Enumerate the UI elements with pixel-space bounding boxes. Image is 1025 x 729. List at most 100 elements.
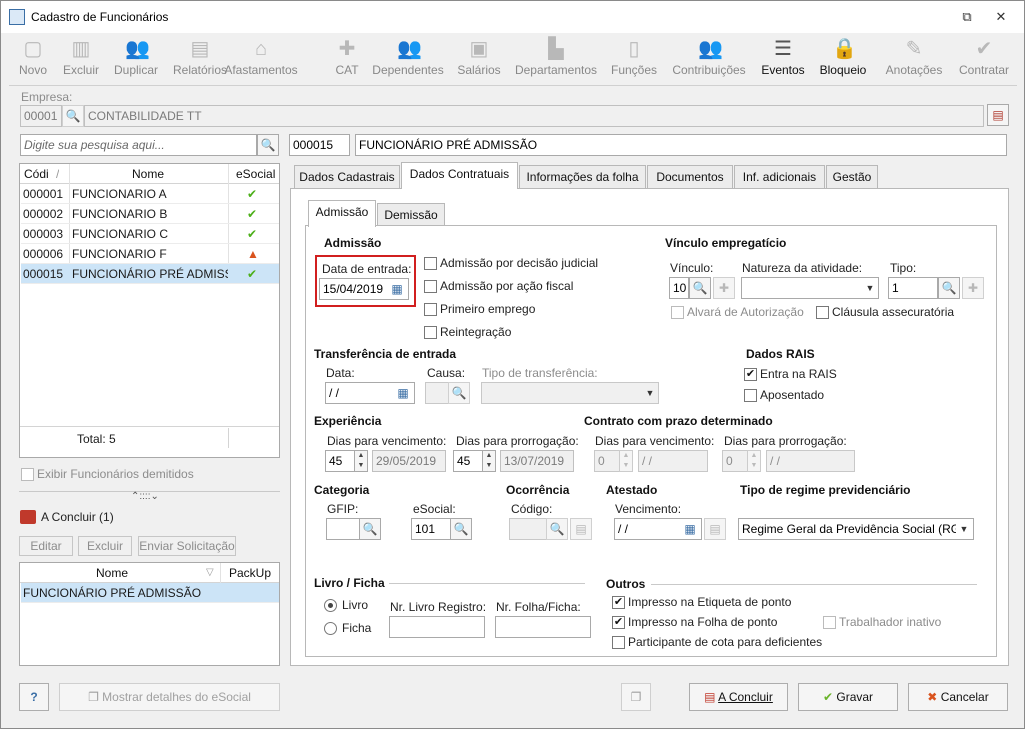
alvara-checkbox[interactable]: [671, 306, 684, 319]
help-button[interactable]: ?: [19, 683, 49, 711]
table-row-selected[interactable]: 000015 FUNCIONÁRIO PRÉ ADMISSÃ ✔: [21, 264, 279, 284]
copy-button[interactable]: ❐: [621, 683, 651, 711]
show-dismissed-checkbox[interactable]: [21, 468, 34, 481]
admissao-fiscal-checkbox[interactable]: [424, 280, 437, 293]
toolbar-funcoes-button[interactable]: ▯ Funções: [607, 35, 661, 81]
reintegracao-checkbox[interactable]: [424, 326, 437, 339]
primeiro-emprego-checkbox[interactable]: [424, 303, 437, 316]
ocorrencia-search-icon[interactable]: 🔍: [546, 518, 568, 540]
toolbar-anotacoes-button[interactable]: ✎ Anotações: [883, 35, 945, 81]
clausula-checkbox[interactable]: [816, 306, 829, 319]
calendar-icon[interactable]: ▦: [393, 384, 413, 402]
empresa-name-field[interactable]: CONTABILIDADE TT: [84, 105, 984, 127]
cancelar-button[interactable]: ✖ Cancelar: [908, 683, 1008, 711]
esocial-search-icon[interactable]: 🔍: [450, 518, 472, 540]
close-button[interactable]: ✕: [989, 7, 1013, 27]
subtab-admissao[interactable]: Admissão: [308, 200, 376, 227]
gfip-search-icon[interactable]: 🔍: [359, 518, 381, 540]
toolbar-novo-button[interactable]: ▢ Novo: [13, 35, 53, 81]
exp-prorr-days-field[interactable]: 45: [453, 450, 483, 472]
column-esocial[interactable]: eSocial: [236, 164, 280, 184]
causa-field[interactable]: [425, 382, 449, 404]
ctr-prorr-days-field[interactable]: 0: [722, 450, 748, 472]
toolbar-salarios-button[interactable]: ▣ Salários: [453, 35, 505, 81]
empresa-window-icon[interactable]: ▤: [987, 104, 1009, 126]
tipo-field[interactable]: 1: [888, 277, 938, 299]
empresa-code-field[interactable]: 00001: [20, 105, 62, 127]
aposentado-checkbox[interactable]: [744, 389, 757, 402]
table-row[interactable]: 000003 FUNCIONARIO C ✔: [21, 224, 279, 244]
ocorrencia-list-icon[interactable]: ▤: [570, 518, 592, 540]
column-packup[interactable]: PackUp: [229, 563, 271, 583]
toolbar-contratar-button[interactable]: ✔ Contratar: [955, 35, 1013, 81]
table-row-selected[interactable]: FUNCIONÁRIO PRÉ ADMISSÃO: [21, 583, 279, 603]
etiqueta-ponto-checkbox[interactable]: ✔: [612, 596, 625, 609]
table-row[interactable]: 000006 FUNCIONARIO F ▲: [21, 244, 279, 264]
vinculo-field[interactable]: 10: [669, 277, 689, 299]
tipo-search-icon[interactable]: 🔍: [938, 277, 960, 299]
vinculo-add-icon[interactable]: ✚: [713, 277, 735, 299]
column-nome[interactable]: Nome: [96, 563, 128, 583]
chevron-down-icon[interactable]: ▼: [642, 383, 658, 403]
cota-deficientes-checkbox[interactable]: [612, 636, 625, 649]
toolbar-afastamentos-button[interactable]: ⌂ Afastamentos: [215, 35, 307, 81]
search-input[interactable]: Digite sua pesquisa aqui...: [20, 134, 257, 156]
atestado-action-icon[interactable]: ▤: [704, 518, 726, 540]
tipo-add-icon[interactable]: ✚: [962, 277, 984, 299]
vinculo-search-icon[interactable]: 🔍: [689, 277, 711, 299]
employee-code-field[interactable]: 000015: [289, 134, 350, 156]
toolbar-contribuicoes-button[interactable]: 👥 Contribuições: [667, 35, 751, 81]
exp-venc-stepper[interactable]: ▲ ▼: [354, 450, 368, 472]
toolbar-cat-button[interactable]: ✚ CAT: [329, 35, 365, 81]
entra-rais-checkbox[interactable]: ✔: [744, 368, 757, 381]
restore-button[interactable]: ⧉: [955, 7, 979, 27]
table-row[interactable]: 000001 FUNCIONARIO A ✔: [21, 184, 279, 204]
regime-select[interactable]: Regime Geral da Previdência Social (RGP: [738, 518, 974, 540]
ctr-prorr-stepper[interactable]: ▲ ▼: [747, 450, 761, 472]
ficha-radio[interactable]: [324, 622, 337, 635]
toolbar-bloqueio-button[interactable]: 🔒 Bloqueio: [815, 35, 871, 81]
esocial-field[interactable]: 101: [411, 518, 451, 540]
gfip-field[interactable]: [326, 518, 360, 540]
causa-search-icon[interactable]: 🔍: [448, 382, 470, 404]
tab-documentos[interactable]: Documentos: [647, 165, 733, 189]
calendar-icon[interactable]: ▦: [680, 520, 700, 538]
employee-name-field[interactable]: FUNCIONÁRIO PRÉ ADMISSÃO: [355, 134, 1007, 156]
gravar-button[interactable]: ✔ Gravar: [798, 683, 898, 711]
trabalhador-inativo-checkbox[interactable]: [823, 616, 836, 629]
tab-dados-cadastrais[interactable]: Dados Cadastrais: [294, 165, 400, 189]
toolbar-dependentes-button[interactable]: 👥 Dependentes: [369, 35, 447, 81]
livro-radio[interactable]: [324, 599, 337, 612]
toolbar-departamentos-button[interactable]: ▙ Departamentos: [509, 35, 603, 81]
tab-dados-contratuais[interactable]: Dados Contratuais: [401, 162, 518, 189]
subtab-demissao[interactable]: Demissão: [377, 203, 445, 227]
tipo-transferencia-select[interactable]: [481, 382, 659, 404]
nr-livro-field[interactable]: [389, 616, 485, 638]
toolbar-excluir-button[interactable]: ▥ Excluir: [59, 35, 103, 81]
pending-enviar-button[interactable]: Enviar Solicitação: [138, 536, 236, 556]
empresa-search-icon[interactable]: 🔍: [62, 105, 84, 127]
chevron-down-icon[interactable]: ▼: [862, 278, 878, 298]
admissao-judicial-checkbox[interactable]: [424, 257, 437, 270]
ocorrencia-codigo-field[interactable]: [509, 518, 547, 540]
nr-folha-field[interactable]: [495, 616, 591, 638]
ctr-venc-stepper[interactable]: ▲ ▼: [619, 450, 633, 472]
natureza-select[interactable]: [741, 277, 879, 299]
exp-prorr-stepper[interactable]: ▲ ▼: [482, 450, 496, 472]
table-row[interactable]: 000002 FUNCIONARIO B ✔: [21, 204, 279, 224]
exp-venc-days-field[interactable]: 45: [325, 450, 355, 472]
concluir-button[interactable]: ▤ A Concluir: [689, 683, 788, 711]
folha-ponto-checkbox[interactable]: ✔: [612, 616, 625, 629]
tab-informacoes-folha[interactable]: Informações da folha: [519, 165, 646, 189]
tab-inf-adicionais[interactable]: Inf. adicionais: [734, 165, 825, 189]
splitter-handle[interactable]: ⌃::::⌄: [131, 491, 159, 502]
search-icon[interactable]: 🔍: [257, 134, 279, 156]
tab-gestao[interactable]: Gestão: [826, 165, 878, 189]
pending-excluir-button[interactable]: Excluir: [78, 536, 132, 556]
ctr-venc-days-field[interactable]: 0: [594, 450, 620, 472]
toolbar-duplicar-button[interactable]: 👥 Duplicar: [109, 35, 163, 81]
column-nome[interactable]: Nome: [132, 164, 192, 184]
pending-editar-button[interactable]: Editar: [19, 536, 73, 556]
calendar-icon[interactable]: ▦: [387, 280, 407, 298]
chevron-down-icon[interactable]: ▼: [956, 519, 972, 539]
